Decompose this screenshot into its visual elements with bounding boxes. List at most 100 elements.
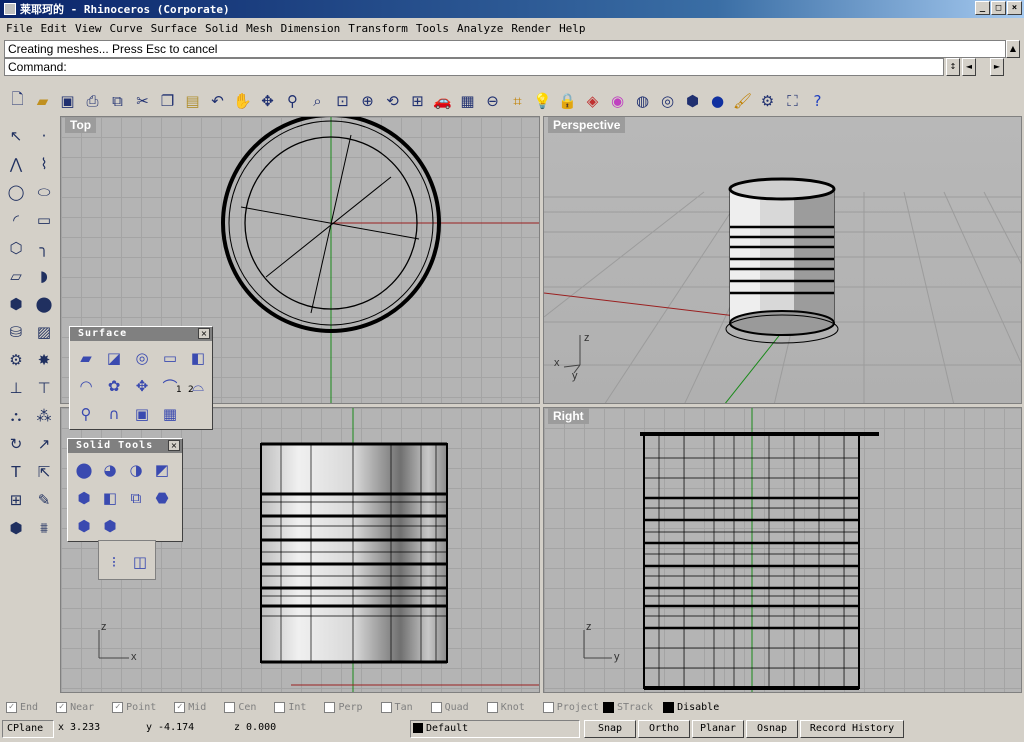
rectangle-icon[interactable]: ▭ (31, 207, 57, 233)
circle-icon[interactable]: ◯ (3, 179, 29, 205)
boolean-intersection-icon[interactable]: ◑ (125, 459, 147, 481)
planar-surface-icon[interactable]: ◎ (131, 347, 153, 369)
surface-toolbar[interactable]: Surface × ▰ ◪ ◎ ▭ ◧ ◠ ✿ ✥ ⌒ ⌓ 1 2 ⚲ ∩ ▣ … (69, 326, 213, 430)
osnap-point-checkbox[interactable]: ✓ (112, 701, 124, 713)
panel-icon[interactable]: ◫ (129, 551, 151, 573)
command-scroll-up-down[interactable]: ↕ (946, 58, 960, 76)
menu-file[interactable]: File (2, 22, 37, 35)
osnap-quad[interactable]: Quad (430, 701, 469, 713)
layer-icon[interactable]: ◈ (581, 89, 604, 113)
surface-toolbar-close-button[interactable]: × (198, 328, 210, 339)
array-icon[interactable]: ⁂ (31, 403, 57, 429)
command-scroll-right[interactable]: ► (990, 58, 1004, 76)
solid-tools-toolbar-close-button[interactable]: × (168, 440, 180, 451)
arc-icon[interactable]: ◜ (3, 207, 29, 233)
menu-solid[interactable]: Solid (201, 22, 242, 35)
light-icon[interactable]: 💡 (531, 89, 554, 113)
osnap-int-checkbox[interactable] (274, 701, 286, 713)
revolve-icon[interactable]: ✿ (103, 375, 125, 397)
open-icon[interactable]: ▰ (31, 89, 54, 113)
edge-surface-icon[interactable]: ◪ (103, 347, 125, 369)
car-icon[interactable]: 🚗 (431, 89, 454, 113)
wireframe-icon[interactable]: ◍ (631, 89, 654, 113)
boolean-difference-icon[interactable]: ◕ (99, 459, 121, 481)
solid-cut-icon[interactable]: ⬢ (99, 515, 121, 537)
lock-icon[interactable]: 🔒 (556, 89, 579, 113)
menu-edit[interactable]: Edit (37, 22, 72, 35)
boolean-union-icon[interactable]: ⬤ (73, 459, 95, 481)
boolean-split-icon[interactable]: ◩ (151, 459, 173, 481)
point-icon[interactable]: · (31, 123, 57, 149)
command-scroll-left[interactable]: ◄ (962, 58, 976, 76)
help-icon[interactable]: ? (806, 89, 829, 113)
box-solid-icon[interactable]: ⬢ (3, 291, 29, 317)
render-mesh-icon[interactable]: ⩩ (31, 515, 57, 541)
menu-mesh[interactable]: Mesh (242, 22, 277, 35)
drape-icon[interactable]: ▣ (131, 403, 153, 425)
dimension-icon[interactable]: ⊞ (3, 487, 29, 513)
restore-button[interactable]: □ (991, 1, 1006, 15)
osnap-strack[interactable]: STrack (602, 701, 653, 713)
render-icon[interactable]: ⬢ (681, 89, 704, 113)
move-icon[interactable]: ⇱ (31, 459, 57, 485)
osnap-project[interactable]: Project (542, 701, 599, 713)
polyline-icon[interactable]: ⋀ (3, 151, 29, 177)
menu-render[interactable]: Render (507, 22, 555, 35)
extract-surface-icon[interactable]: ◧ (99, 487, 121, 509)
layer-selector[interactable]: Default (410, 720, 580, 738)
snap-toggle[interactable]: Snap (584, 720, 636, 738)
osnap-mid[interactable]: ✓ Mid (174, 701, 206, 713)
paste-icon[interactable]: ▤ (181, 89, 204, 113)
undo-view-icon[interactable]: ⟲ (381, 89, 404, 113)
osnap-project-checkbox[interactable] (542, 701, 554, 713)
surface-toolbar-title[interactable]: Surface (70, 327, 212, 341)
four-viewports-icon[interactable]: ⊞ (406, 89, 429, 113)
osnap-disable[interactable]: Disable (663, 701, 719, 713)
fillet-edge-icon[interactable]: ⧉ (125, 487, 147, 509)
osnap-point[interactable]: ✓ Point (112, 701, 156, 713)
group-icon[interactable]: ⛬ (3, 403, 29, 429)
import-icon[interactable]: ⧉ (106, 89, 129, 113)
extrude-surface-icon[interactable]: ◧ (187, 347, 209, 369)
menu-view[interactable]: View (71, 22, 106, 35)
osnap-tan-checkbox[interactable] (380, 701, 392, 713)
trim-icon[interactable]: ⊥ (3, 375, 29, 401)
shell-icon[interactable]: ⬢ (73, 515, 95, 537)
osnap-int[interactable]: Int (274, 701, 306, 713)
viewport-label-right[interactable]: Right (548, 408, 589, 424)
record-history-toggle[interactable]: Record History (800, 720, 904, 738)
cplane-options-icon[interactable]: ⛶ (781, 89, 804, 113)
ortho-toggle[interactable]: Ortho (638, 720, 690, 738)
menu-dimension[interactable]: Dimension (277, 22, 345, 35)
rotate-icon[interactable]: ↻ (3, 431, 29, 457)
history-scroll-up[interactable]: ▲ (1006, 40, 1020, 58)
gear-icon[interactable]: ⚙ (756, 89, 779, 113)
color-wheel-icon[interactable]: ◉ (606, 89, 629, 113)
undo-icon[interactable]: ↶ (206, 89, 229, 113)
menu-transform[interactable]: Transform (344, 22, 412, 35)
osnap-end[interactable]: ✓ End (6, 701, 38, 713)
surface-icon[interactable]: ▱ (3, 263, 29, 289)
loft-icon[interactable]: ◠ (75, 375, 97, 397)
sphere-icon[interactable]: ● (706, 89, 729, 113)
viewport-perspective[interactable]: z x y Perspective (543, 116, 1022, 404)
menu-surface[interactable]: Surface (147, 22, 201, 35)
ellipse-icon[interactable]: ⬭ (31, 179, 57, 205)
osnap-knot[interactable]: Knot (486, 701, 525, 713)
mesh-icon[interactable]: ▨ (31, 319, 57, 345)
patch-icon[interactable]: ∩ (103, 403, 125, 425)
viewport-label-top[interactable]: Top (65, 117, 97, 133)
save-icon[interactable]: ▣ (56, 89, 79, 113)
boolean-union-icon[interactable]: ⬤ (31, 291, 57, 317)
solid-box-icon[interactable]: ⬢ (3, 515, 29, 541)
osnap-quad-checkbox[interactable] (430, 701, 442, 713)
fillet-curve-icon[interactable]: ╮ (31, 235, 57, 261)
osnap-cen[interactable]: Cen (224, 701, 256, 713)
transform-gears-icon[interactable]: ⚙ (3, 347, 29, 373)
osnap-toggle[interactable]: Osnap (746, 720, 798, 738)
point-snap-icon[interactable]: ⌗ (506, 89, 529, 113)
select-arrow-icon[interactable]: ↖ (3, 123, 29, 149)
cplane-label[interactable]: CPlane (2, 720, 54, 738)
brush-icon[interactable]: 🖌 (731, 89, 754, 113)
polygon-icon[interactable]: ⬡ (3, 235, 29, 261)
